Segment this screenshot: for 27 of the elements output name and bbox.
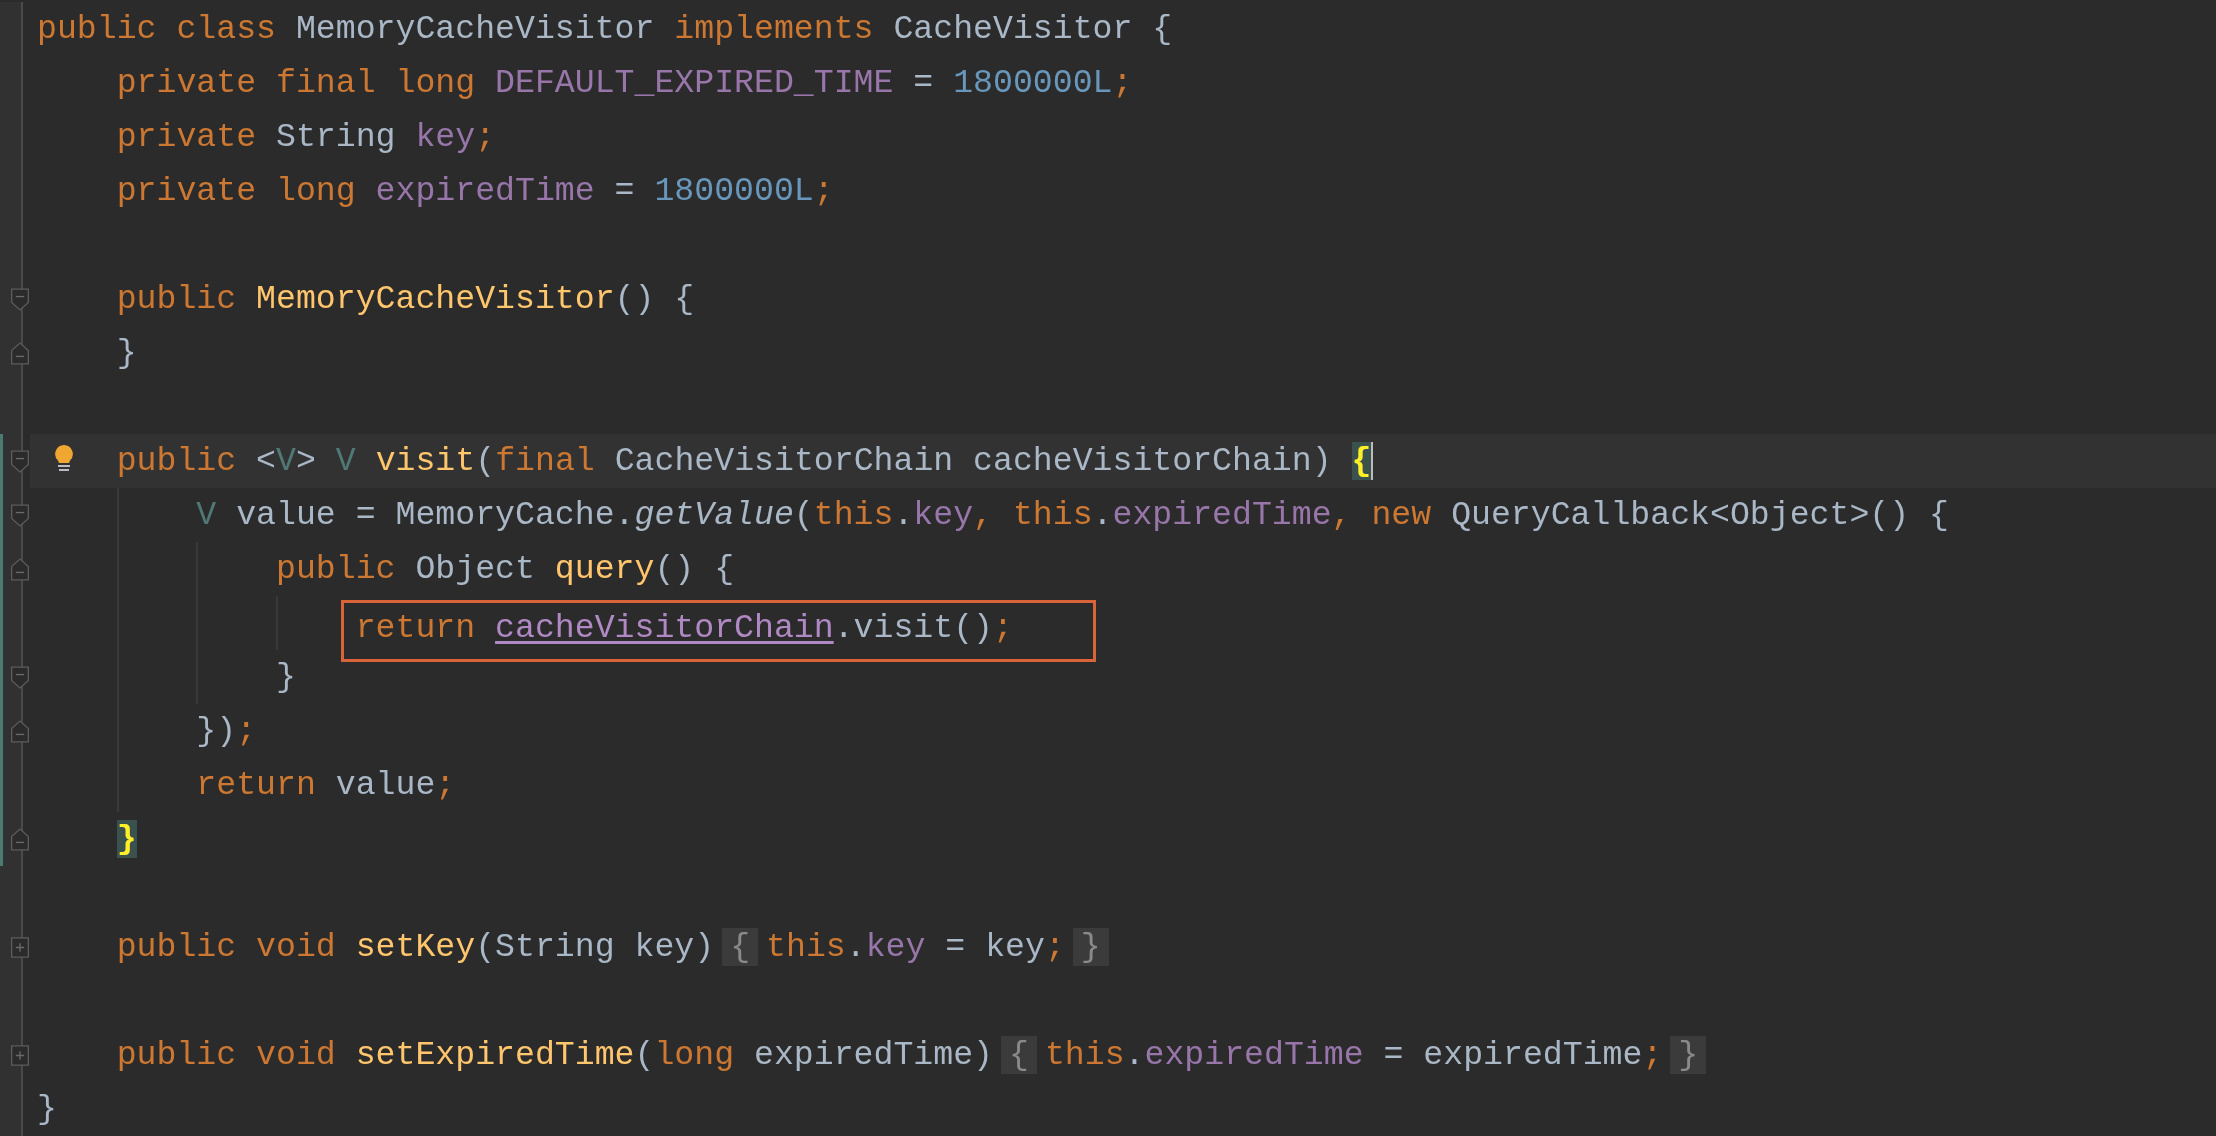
collapse-icon[interactable] — [11, 827, 29, 851]
collapse-icon[interactable] — [11, 287, 29, 311]
code-line: public Object query() { — [276, 550, 735, 588]
code-line: public class MemoryCacheVisitor implements CacheVisitor { — [37, 10, 1173, 48]
expand-icon[interactable] — [11, 936, 29, 958]
collapse-icon[interactable] — [11, 665, 29, 689]
code-line: public MemoryCacheVisitor() { — [116, 280, 695, 318]
code-line: public void setKey(String key) { this.key = key; } — [116, 928, 1117, 966]
code-line: V value = MemoryCache.getValue(this.key, this.expiredTime, new QueryCallback<Object>() { — [196, 496, 1950, 534]
code-line: public <V> V visit(final CacheVisitorChain cacheVisitorChain) { — [116, 442, 1374, 480]
expand-icon[interactable] — [11, 1044, 29, 1066]
collapse-icon[interactable] — [11, 557, 29, 581]
code-line: } — [116, 334, 137, 372]
code-line: return cacheVisitorChain.visit(); — [355, 609, 1013, 647]
code-line: }); — [196, 712, 257, 750]
code-line: } — [276, 658, 296, 696]
code-line: return value; — [196, 766, 456, 804]
code-line: public void setExpiredTime(long expiredTime) { this.expiredTime = expiredTime; } — [116, 1036, 1715, 1074]
code-line: } — [37, 1090, 57, 1128]
code-line: private final long DEFAULT_EXPIRED_TIME = 1800000L; — [116, 64, 1133, 102]
code-line: private long expiredTime = 1800000L; — [116, 172, 834, 210]
collapse-icon[interactable] — [11, 719, 29, 743]
collapse-icon[interactable] — [11, 341, 29, 365]
collapse-icon[interactable] — [11, 503, 29, 527]
collapse-icon[interactable] — [11, 449, 29, 473]
lightbulb-icon[interactable] — [54, 444, 74, 472]
code-line: private String key; — [116, 118, 496, 156]
